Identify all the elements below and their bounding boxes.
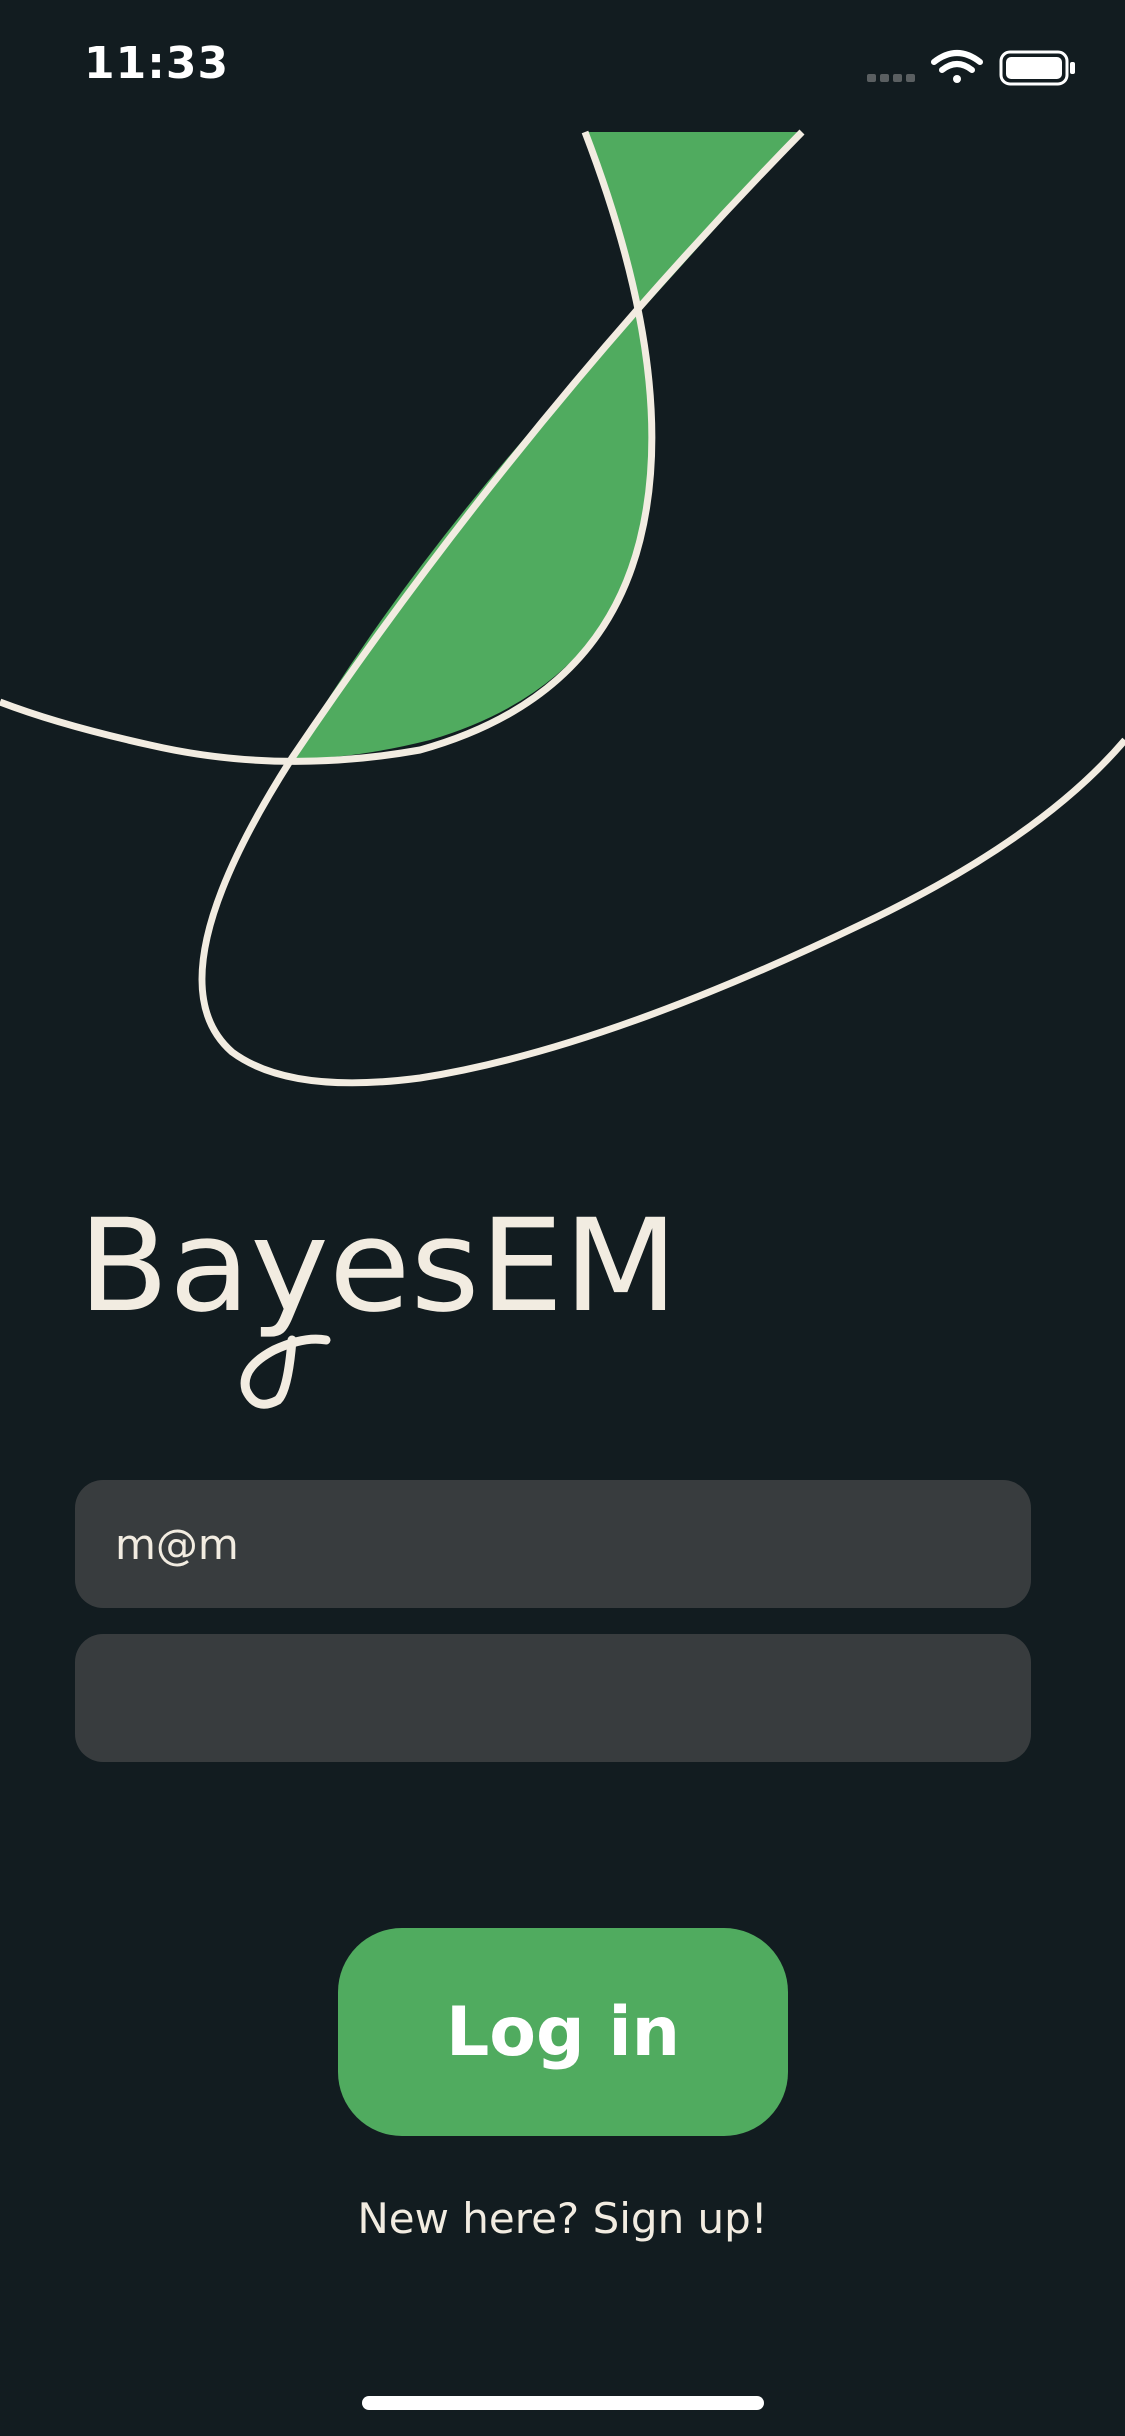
bayesem-logo: BayesEM [78,1192,678,1409]
logo-stethoscope-swash [240,1334,331,1409]
signup-link[interactable]: New here? Sign up! [0,2194,1125,2243]
email-field[interactable] [75,1480,1031,1608]
logo-wordmark: BayesEM [78,1192,678,1341]
password-field[interactable] [75,1634,1031,1762]
hero-illustration [0,129,1125,1087]
green-lens [292,314,655,759]
login-screen: 11:33 BayesEM Log i [0,0,1125,2436]
home-indicator[interactable] [362,2396,764,2410]
login-button[interactable]: Log in [338,1928,788,2136]
